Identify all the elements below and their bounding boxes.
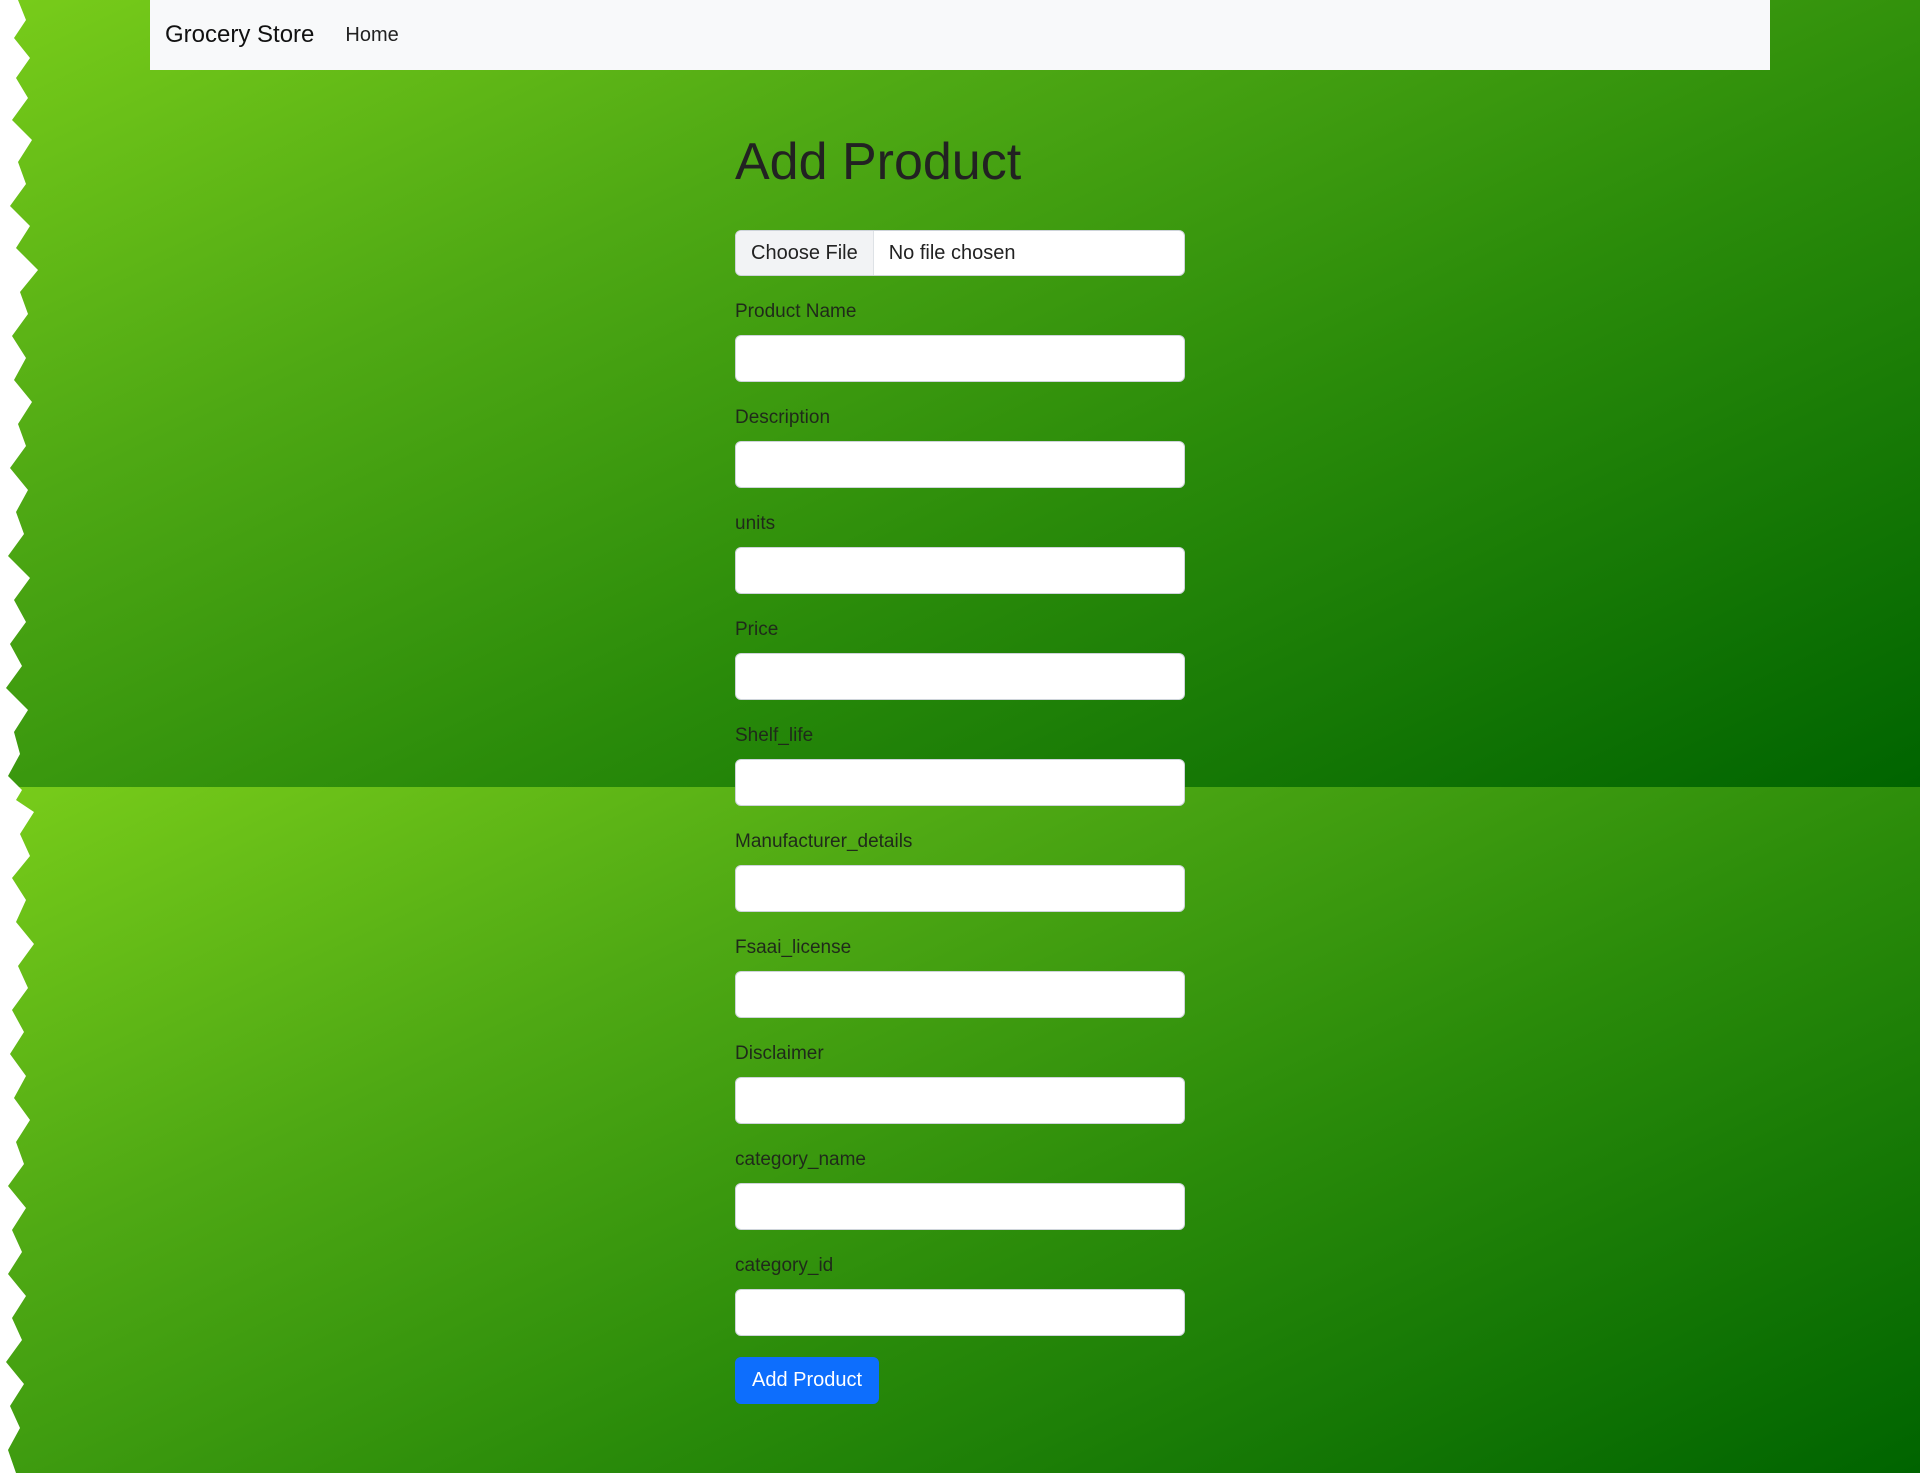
price-input[interactable] [735,653,1185,700]
navbar: Grocery Store Home [150,0,1770,70]
field-shelf-life: Shelf_life [735,722,1185,806]
field-label: Manufacturer_details [735,831,913,852]
description-input[interactable] [735,441,1185,488]
nav-link-home[interactable]: Home [345,24,398,47]
torn-paper-edge [0,0,38,1473]
manufacturer-details-input[interactable] [735,865,1185,912]
field-label: category_name [735,1149,866,1170]
brand-link[interactable]: Grocery Store [165,21,314,49]
add-product-button[interactable]: Add Product [735,1357,880,1404]
field-label: Price [735,619,779,640]
disclaimer-input[interactable] [735,1077,1185,1124]
choose-file-button[interactable]: Choose File [736,231,874,275]
file-status-text: No file chosen [888,241,1016,264]
field-label: category_id [735,1255,834,1276]
category-id-input[interactable] [735,1289,1185,1336]
units-input[interactable] [735,547,1185,594]
field-category-name: category_name [735,1146,1185,1230]
field-disclaimer: Disclaimer [735,1040,1185,1124]
shelf-life-input[interactable] [735,759,1185,806]
add-product-form: Add Product Choose File No file chosen P… [735,124,1185,1404]
field-manufacturer-details: Manufacturer_details [735,828,1185,912]
field-units: units [735,510,1185,594]
field-product-name: Product Name [735,298,1185,382]
field-label: Description [735,407,831,428]
fsaai-license-input[interactable] [735,971,1185,1018]
page-title: Add Product [735,133,1022,191]
field-label: Disclaimer [735,1043,824,1064]
field-label: units [735,513,776,534]
field-price: Price [735,616,1185,700]
field-fsaai-license: Fsaai_license [735,934,1185,1018]
field-label: Fsaai_license [735,937,852,958]
field-label: Shelf_life [735,725,814,746]
field-category-id: category_id [735,1252,1185,1336]
field-description: Description [735,404,1185,488]
field-label: Product Name [735,301,857,322]
product-name-input[interactable] [735,335,1185,382]
product-image-file-input[interactable]: Choose File No file chosen [735,230,1185,276]
category-name-input[interactable] [735,1183,1185,1230]
